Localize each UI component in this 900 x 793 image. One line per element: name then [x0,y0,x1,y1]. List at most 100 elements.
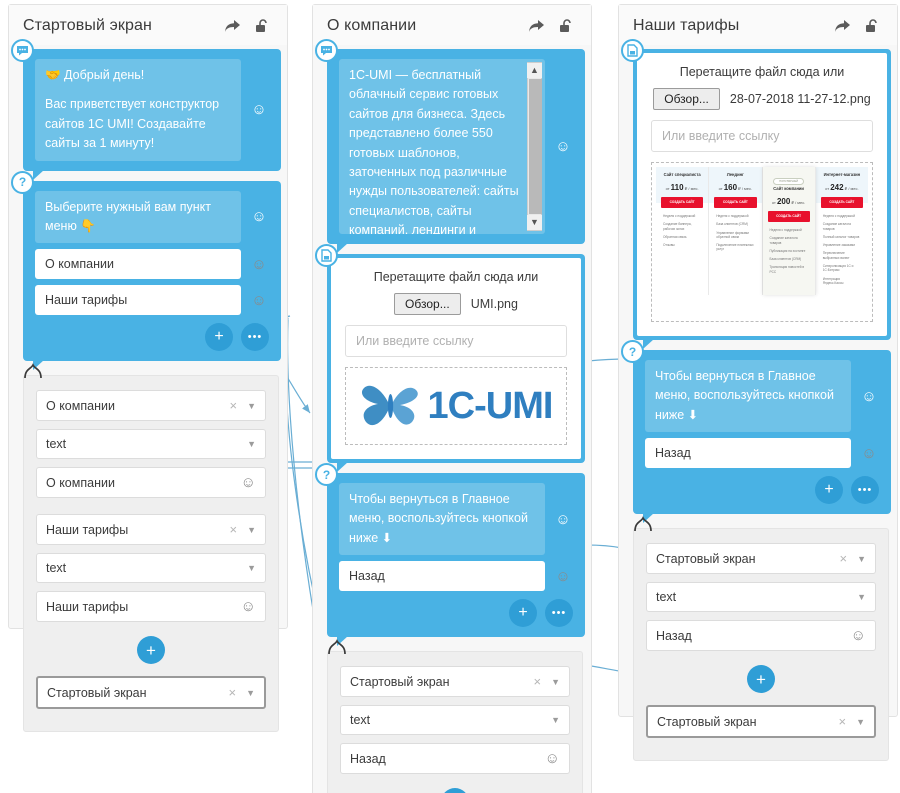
node-text-field[interactable]: Назад ☺ [340,743,570,775]
tier-amount: 242 [830,182,844,192]
add-node-button[interactable]: + [441,788,469,793]
emoji-picker-icon[interactable]: ☺ [241,475,256,490]
option-button[interactable]: Назад [339,561,545,592]
tier-feature: Интеграция Яндекс.Кассы [822,276,844,286]
add-row: + [36,636,266,665]
clear-icon[interactable]: × [228,685,236,700]
node-text-value: Назад [350,751,386,766]
tier-feature: Создание каталога товаров [769,236,798,245]
chevron-down-icon[interactable]: ▼ [856,717,865,727]
pricing-tier: Лендинг от 160 ₽ / мес. СОЗДАТЬ САЙТ Нед… [709,167,763,296]
add-node-button[interactable]: + [137,636,165,665]
chevron-down-icon[interactable]: ▼ [247,525,256,535]
emoji-picker-icon[interactable]: ☺ [857,446,881,461]
node-target-field[interactable]: Стартовый экран × ▼ [340,666,570,698]
node-target-field[interactable]: Наши тарифы × ▼ [36,514,266,546]
chevron-down-icon[interactable]: ▼ [246,688,255,698]
tier-from: от [825,185,830,191]
chevron-down-icon[interactable]: ▼ [551,677,560,687]
node-type-field[interactable]: text ▼ [36,429,266,460]
browse-button[interactable]: Обзор... [653,88,720,110]
chevron-down-icon[interactable]: ▼ [247,401,256,411]
emoji-picker-icon[interactable]: ☺ [551,512,575,527]
scroll-down-icon[interactable]: ▼ [527,215,542,230]
option-button[interactable]: О компании [35,249,241,280]
tier-price: от 242 ₽ / мес. [819,183,865,192]
tier-price: от 200 ₽ / мес. [766,197,812,206]
share-arrow-icon[interactable] [221,15,243,37]
question-mark-icon: ? [315,463,338,486]
browse-button[interactable]: Обзор... [394,293,461,315]
clear-icon[interactable]: × [229,522,237,537]
chevron-down-icon[interactable]: ▼ [551,715,560,725]
option-button[interactable]: Назад [645,438,851,469]
node-text-value: Назад [656,628,692,643]
unlocked-padlock-icon[interactable] [555,15,577,37]
more-options-button[interactable]: ••• [241,323,269,352]
tier-cta-button[interactable]: СОЗДАТЬ САЙТ [714,196,757,208]
message-bubble: 🤝 Добрый день! Вас приветствует конструк… [23,49,281,179]
tier-feature: Обратная связь [663,234,687,239]
link-input[interactable]: Или введите ссылку [345,325,567,357]
emoji-picker-icon[interactable]: ☺ [551,139,575,154]
node-type-field[interactable]: text ▼ [36,553,266,584]
more-options-button[interactable]: ••• [545,599,573,628]
tier-name: Сайт специалиста [663,172,701,177]
file-image-icon [315,244,338,267]
emoji-picker-icon[interactable]: ☺ [247,293,271,308]
add-option-button[interactable]: + [205,323,233,352]
share-arrow-icon[interactable] [525,15,547,37]
chevron-down-icon[interactable]: ▼ [857,554,866,564]
tier-feature: Создание каталога товаров [822,222,851,231]
emoji-picker-icon[interactable]: ☺ [247,257,271,272]
bubble-actions: + ••• [339,599,575,628]
chevron-down-icon[interactable]: ▼ [857,592,866,602]
unlocked-padlock-icon[interactable] [861,15,883,37]
fork-connector-icon [328,639,346,655]
emoji-picker-icon[interactable]: ☺ [247,209,271,224]
tier-cta-button[interactable]: СОЗДАТЬ САЙТ [820,196,863,208]
emoji-picker-icon[interactable]: ☺ [545,751,560,766]
clear-icon[interactable]: × [839,551,847,566]
uploaded-file-name: UMI.png [470,297,518,311]
card-header: Наши тарифы [619,5,897,45]
flow-card-our-rates: Наши тарифы Перетащите файл сюда или Обз… [618,4,898,762]
node-target-field[interactable]: О компании × ▼ [36,390,266,422]
node-text-field[interactable]: Назад ☺ [646,620,876,652]
option-button[interactable]: Наши тарифы [35,285,241,316]
scrollbar[interactable]: ▲ ▼ [527,62,542,231]
scroll-up-icon[interactable]: ▲ [527,63,542,78]
clear-icon[interactable]: × [533,674,541,689]
add-option-button[interactable]: + [815,476,843,505]
unlocked-padlock-icon[interactable] [251,15,273,37]
node-text-field[interactable]: Наши тарифы ☺ [36,591,266,623]
chevron-down-icon[interactable]: ▼ [247,439,256,449]
tier-cta-button[interactable]: СОЗДАТЬ САЙТ [767,210,810,222]
node-type-field[interactable]: text ▼ [646,582,876,613]
add-option-button[interactable]: + [509,599,537,628]
tier-badge: ПОПУЛЯРНЫЙ [773,178,804,185]
tier-cta-button[interactable]: СОЗДАТЬ САЙТ [661,196,704,208]
node-target-field[interactable]: Стартовый экран × ▼ [646,543,876,575]
page-title: О компании [327,17,417,34]
message-text-scrollable[interactable]: 1C-UMI — бесплатный облачный сервис гото… [339,59,545,234]
tier-amount: 160 [723,182,738,192]
clear-icon[interactable]: × [229,398,237,413]
selected-screen-field[interactable]: Стартовый экран × ▼ [36,676,266,710]
chevron-down-icon[interactable]: ▼ [247,563,256,573]
clear-icon[interactable]: × [838,714,846,729]
more-options-button[interactable]: ••• [851,476,879,505]
node-text-field[interactable]: О компании ☺ [36,467,266,499]
file-image-icon [621,39,644,62]
emoji-picker-icon[interactable]: ☺ [247,102,271,117]
link-input[interactable]: Или введите ссылку [651,120,873,152]
node-type-field[interactable]: text ▼ [340,705,570,736]
emoji-picker-icon[interactable]: ☺ [551,569,575,584]
scrollbar-thumb[interactable] [529,79,542,214]
emoji-picker-icon[interactable]: ☺ [851,628,866,643]
emoji-picker-icon[interactable]: ☺ [241,599,256,614]
selected-screen-field[interactable]: Стартовый экран × ▼ [646,705,876,739]
add-node-button[interactable]: + [747,665,775,694]
emoji-picker-icon[interactable]: ☺ [857,389,881,404]
share-arrow-icon[interactable] [831,15,853,37]
